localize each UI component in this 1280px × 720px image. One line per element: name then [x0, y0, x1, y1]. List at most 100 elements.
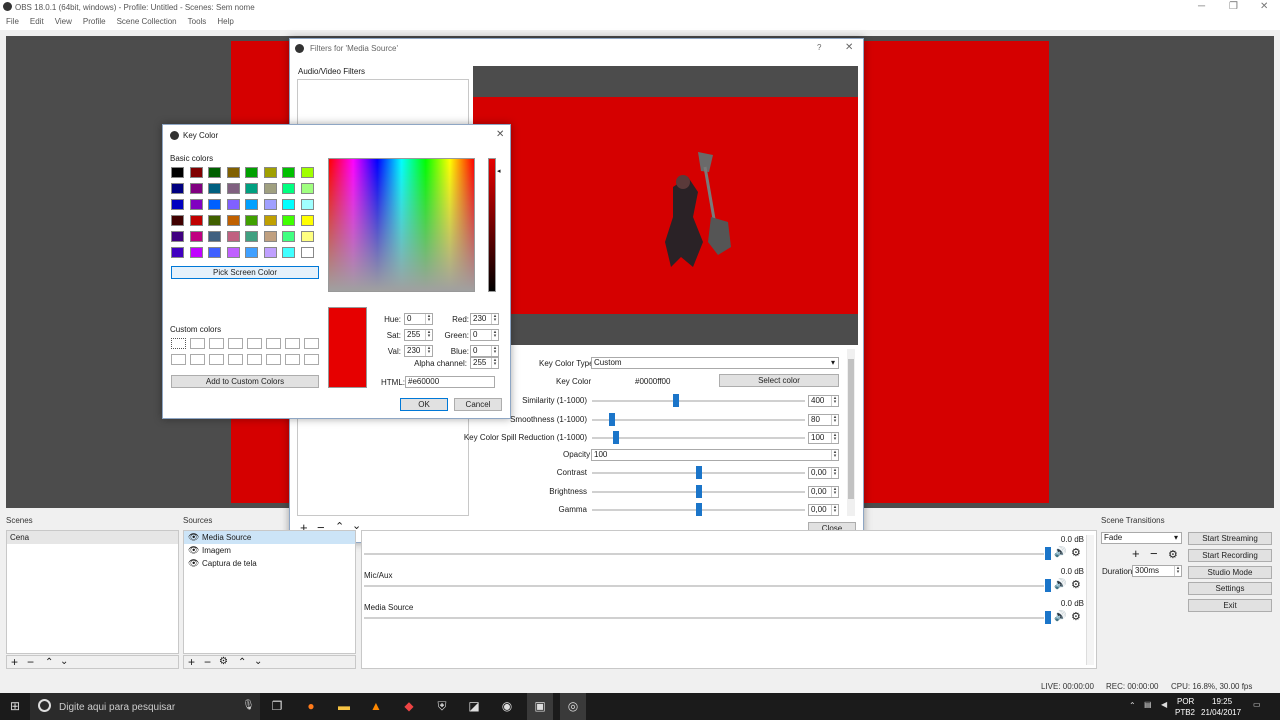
gear-icon[interactable]: ⚙ [219, 656, 228, 667]
color-swatch[interactable] [263, 199, 277, 210]
settings-button[interactable]: Settings [1188, 582, 1272, 596]
color-swatch[interactable] [245, 167, 258, 178]
opacity-input[interactable]: 100 ▴ ▾ [591, 449, 839, 461]
start-recording-button[interactable]: Start Recording [1188, 548, 1272, 562]
sat-input[interactable]: 255 ▴ ▾ [404, 329, 433, 341]
color-swatch[interactable] [300, 247, 314, 258]
custom-color-slot[interactable] [304, 338, 319, 349]
color-swatch[interactable] [263, 215, 277, 226]
volume-thumb[interactable] [1045, 611, 1051, 624]
volume-thumb[interactable] [1045, 547, 1051, 560]
add-icon[interactable]: + [11, 655, 18, 669]
spinner-icon[interactable]: ▴ ▾ [831, 505, 838, 515]
custom-color-slot[interactable] [209, 354, 224, 365]
slider-thumb[interactable] [673, 394, 679, 407]
film-app-icon[interactable]: ▣ [527, 693, 553, 720]
start-streaming-button[interactable]: Start Streaming [1188, 532, 1272, 545]
spinner-icon[interactable]: ▴ ▾ [425, 346, 432, 356]
color-swatch[interactable] [282, 183, 295, 194]
color-swatch[interactable] [226, 167, 240, 178]
menu-item-scene-collection[interactable]: Scene Collection [117, 17, 177, 26]
menu-item-help[interactable]: Help [217, 17, 233, 26]
custom-color-slot[interactable] [266, 354, 281, 365]
menu-item-view[interactable]: View [55, 17, 72, 26]
html-input[interactable]: #e60000 [405, 376, 495, 388]
color-swatch[interactable] [226, 231, 240, 242]
green-input[interactable]: 0 ▴ ▾ [470, 329, 499, 341]
color-swatch[interactable] [263, 247, 277, 258]
language-secondary[interactable]: PTB2 [1175, 708, 1195, 717]
add-custom-colors-button[interactable]: Add to Custom Colors [171, 375, 319, 388]
color-swatch[interactable] [189, 215, 203, 226]
image-app-icon[interactable]: ◪ [461, 693, 487, 720]
spinner-icon[interactable]: ▴ ▾ [831, 450, 838, 460]
list-item[interactable]: 👁 Media Source [184, 531, 355, 544]
remove-icon[interactable]: − [27, 655, 34, 669]
color-swatch[interactable] [189, 231, 203, 242]
transition-select[interactable]: Fade ▾ [1101, 532, 1182, 544]
color-swatch[interactable] [263, 183, 277, 194]
value-slider[interactable] [488, 158, 496, 292]
select-color-button[interactable]: Select color [719, 374, 839, 387]
spinner-icon[interactable]: ▴ ▾ [831, 433, 838, 443]
key-color-type-select[interactable]: Custom ▾ [591, 357, 839, 369]
move-up-icon[interactable]: ⌃ [238, 657, 246, 668]
eye-icon[interactable]: 👁 [188, 544, 199, 557]
color-swatch[interactable] [208, 199, 221, 210]
gear-icon[interactable]: ⚙ [1071, 546, 1081, 559]
obs-taskbar-icon[interactable]: ◎ [560, 693, 586, 720]
menu-item-profile[interactable]: Profile [83, 17, 106, 26]
volume-track[interactable] [364, 617, 1044, 619]
spinner-icon[interactable]: ▴ ▾ [831, 486, 838, 497]
color-swatch[interactable] [300, 183, 314, 194]
custom-color-slot[interactable] [285, 338, 300, 349]
studio-mode-button[interactable]: Studio Mode [1188, 565, 1272, 579]
spinner-icon[interactable]: ▴ ▾ [1174, 566, 1181, 576]
help-icon[interactable]: ? [817, 43, 821, 52]
menu-item-edit[interactable]: Edit [30, 17, 44, 26]
slider-value-input[interactable]: 80 ▴ ▾ [808, 413, 839, 426]
color-swatch[interactable] [245, 199, 258, 210]
task-view-icon[interactable]: ❐ [264, 693, 290, 720]
hue-input[interactable]: 0 ▴ ▾ [404, 313, 433, 325]
spinner-icon[interactable]: ▴ ▾ [491, 346, 498, 356]
menu-item-tools[interactable]: Tools [188, 17, 207, 26]
color-swatch[interactable] [245, 247, 258, 258]
color-swatch[interactable] [263, 231, 277, 242]
list-item[interactable]: Cena [7, 531, 178, 544]
custom-color-slot[interactable] [209, 338, 224, 349]
color-swatch[interactable] [300, 215, 314, 226]
slider-track[interactable] [592, 437, 805, 439]
color-swatch[interactable] [226, 183, 240, 194]
color-swatch[interactable] [171, 199, 184, 210]
slider-thumb[interactable] [613, 431, 619, 444]
spinner-icon[interactable]: ▴ ▾ [425, 314, 432, 324]
slider-thumb[interactable] [696, 466, 702, 479]
eye-icon[interactable]: 👁 [188, 557, 199, 570]
search-box[interactable]: Digite aqui para pesquisar 🎙 [30, 693, 260, 720]
value-arrow-icon[interactable]: ◂ [497, 167, 501, 175]
remove-icon[interactable]: − [1150, 546, 1158, 561]
custom-color-slot[interactable] [171, 338, 186, 349]
color-swatch[interactable] [226, 215, 240, 226]
color-swatch[interactable] [300, 199, 314, 210]
volume-icon[interactable]: ◀ [1161, 700, 1167, 709]
color-swatch[interactable] [189, 183, 203, 194]
ok-button[interactable]: OK [400, 398, 448, 411]
file-explorer-icon[interactable]: ▬ [331, 693, 357, 720]
list-item[interactable]: 👁 Imagem [184, 544, 355, 557]
color-swatch[interactable] [282, 199, 295, 210]
minimize-icon[interactable]: ─ [1198, 1, 1205, 12]
spinner-icon[interactable]: ▴ ▾ [491, 358, 498, 368]
custom-color-slot[interactable] [304, 354, 319, 365]
color-swatch[interactable] [226, 199, 240, 210]
slider-track[interactable] [592, 400, 805, 402]
slider-track[interactable] [592, 418, 805, 421]
duration-input[interactable]: 300ms ▴ ▾ [1132, 565, 1182, 577]
color-swatch[interactable] [189, 199, 203, 210]
color-swatch[interactable] [171, 231, 184, 242]
color-swatch[interactable] [245, 183, 258, 194]
clock-date[interactable]: 21/04/2017 [1201, 708, 1241, 717]
red-input[interactable]: 230 ▴ ▾ [470, 313, 499, 325]
notifications-icon[interactable]: ▭ [1253, 700, 1261, 709]
